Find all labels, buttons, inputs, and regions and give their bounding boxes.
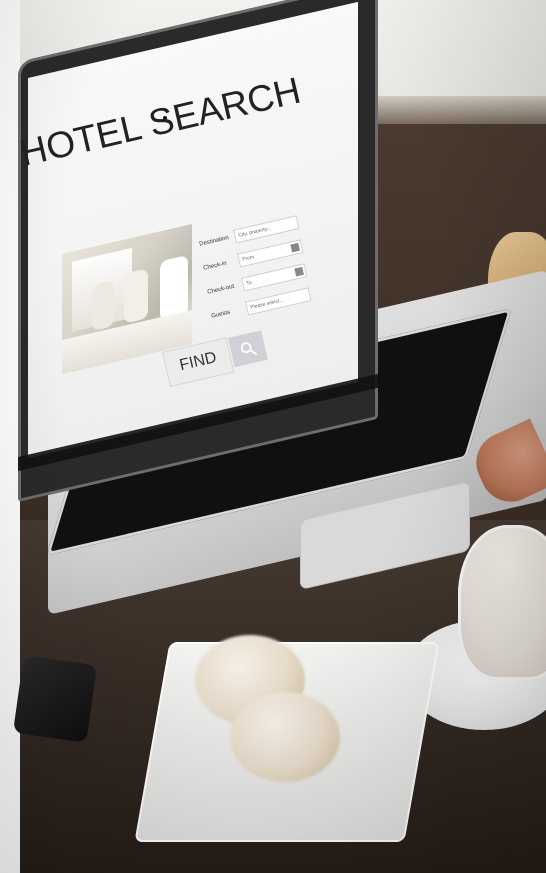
coffee-cup [458,525,546,680]
checkin-label: Check-in [202,260,228,272]
calendar-icon[interactable] [290,242,300,253]
hotel-photo-person [124,268,148,324]
smartphone [12,655,98,743]
calendar-icon[interactable] [294,266,304,277]
checkin-value: From [241,254,255,263]
pastry [230,692,340,782]
destination-label: Destination [198,235,230,248]
checkout-label: Check-out [206,283,235,296]
checkout-value: To [245,279,253,287]
guests-label: Guests [210,309,231,320]
hotel-photo-person [92,279,114,332]
search-icon [240,342,258,355]
left-border [0,0,20,873]
photo-scene: HOTEL SEARCH Destination City, property.… [0,0,546,873]
